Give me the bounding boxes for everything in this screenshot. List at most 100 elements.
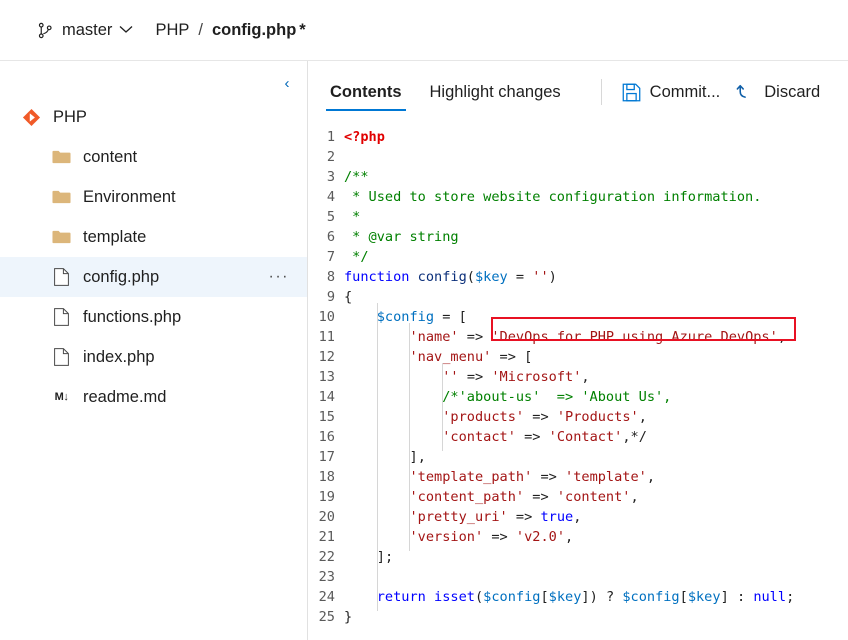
code-line-text: * @var string (344, 229, 459, 245)
commit-button-label: Commit... (649, 82, 721, 101)
breadcrumb-file: config.php (211, 20, 297, 39)
line-number: 17 (318, 449, 335, 465)
tree-item-repo-php[interactable]: PHP (0, 97, 307, 137)
code-line-text: /** (344, 169, 369, 185)
tree-item-environment[interactable]: Environment (0, 177, 307, 217)
tab-highlight-changes[interactable]: Highlight changes (422, 61, 569, 123)
unsaved-changes-marker: * (299, 20, 306, 39)
line-number: 23 (318, 569, 335, 585)
code-line: 22 ]; (308, 543, 848, 571)
editor-pane: Contents Highlight changes Commit... Dis… (308, 61, 848, 640)
branch-selector[interactable]: master (36, 21, 133, 40)
undo-arrow-icon (736, 83, 755, 102)
branch-icon (36, 21, 55, 40)
code-line: 13 '' => 'Microsoft', (308, 363, 848, 391)
code-line: 17 ], (308, 443, 848, 471)
line-number: 25 (318, 609, 335, 625)
code-line-text: 'content_path' => 'content', (344, 483, 639, 511)
tree-item-functions-php[interactable]: functions.php (0, 297, 307, 337)
code-line: 18 'template_path' => 'template', (308, 463, 848, 491)
line-number: 9 (326, 289, 335, 305)
file-icon (52, 268, 71, 287)
tree-item-label: functions.php (83, 307, 182, 326)
discard-button[interactable]: Discard (728, 77, 828, 108)
tab-contents[interactable]: Contents (322, 61, 410, 123)
code-line: 7 */ (308, 247, 848, 267)
toolbar-divider (600, 79, 602, 105)
code-line-text: function config($key = '') (344, 269, 557, 285)
code-line: 20 'pretty_uri' => true, (308, 503, 848, 531)
line-number: 24 (318, 589, 335, 605)
line-number: 21 (318, 529, 335, 545)
line-number: 20 (318, 509, 335, 525)
folder-icon (52, 148, 71, 167)
chevron-down-icon[interactable] (119, 21, 133, 39)
folder-icon (52, 188, 71, 207)
line-number: 18 (318, 469, 335, 485)
code-line: 24 return isset($config[$key]) ? $config… (308, 583, 848, 611)
line-number: 6 (326, 229, 335, 245)
code-line-text: <?php (344, 129, 385, 145)
tree-item-label: PHP (53, 107, 87, 126)
editor-toolbar: Contents Highlight changes Commit... Dis… (308, 61, 848, 123)
code-line-text: /*'about-us' => 'About Us', (344, 383, 671, 411)
code-line-text: 'nav_menu' => [ (344, 343, 532, 371)
markdown-icon: M↓ (54, 391, 69, 403)
collapse-sidebar-icon[interactable]: ‹ (275, 71, 299, 95)
code-line: 6 * @var string (308, 227, 848, 247)
breadcrumb-separator: / (198, 20, 203, 39)
code-line: 9{ (308, 287, 848, 307)
folder-icon (52, 228, 71, 247)
file-tree: PHP content Environment template config.… (0, 61, 307, 417)
breadcrumb: PHP / config.php * (155, 21, 305, 40)
line-number: 15 (318, 409, 335, 425)
code-line: 21 'version' => 'v2.0', (308, 523, 848, 551)
code-line: 11 'name' => 'DevOps for PHP using Azure… (308, 323, 848, 351)
file-icon (52, 348, 71, 367)
code-editor[interactable]: 1 <?php 2 3/** 4 * Used to store website con… (308, 123, 848, 640)
tree-item-more-icon[interactable]: ··· (269, 269, 289, 285)
code-line-text: 'pretty_uri' => true, (344, 503, 581, 531)
breadcrumb-bar: master PHP / config.php * (0, 0, 848, 61)
indent-guide (376, 583, 378, 611)
file-tree-sidebar: ‹ PHP content Environment template confi… (0, 61, 308, 640)
line-number: 13 (318, 369, 335, 385)
tree-item-label: readme.md (83, 387, 167, 406)
code-line: 2 (308, 147, 848, 167)
tree-item-index-php[interactable]: index.php (0, 337, 307, 377)
code-line-text: $config = [ (344, 303, 467, 331)
code-line: 12 'nav_menu' => [ (308, 343, 848, 371)
code-line: 23 (308, 563, 848, 591)
tree-item-readme-md[interactable]: M↓ readme.md (0, 377, 307, 417)
code-line: 25} (308, 607, 848, 627)
code-line: 16 'contact' => 'Contact',*/ (308, 423, 848, 451)
code-line: 1 <?php (308, 127, 848, 147)
line-number: 4 (326, 189, 335, 205)
tree-item-content[interactable]: content (0, 137, 307, 177)
breadcrumb-repo[interactable]: PHP (155, 21, 189, 40)
tree-item-label: template (83, 227, 147, 246)
tree-item-label: index.php (83, 347, 155, 366)
code-line-text: } (344, 609, 353, 625)
azure-repos-icon (22, 108, 41, 127)
discard-button-label: Discard (764, 82, 821, 101)
commit-button[interactable]: Commit... (614, 77, 729, 108)
code-line: 5 * (308, 207, 848, 227)
line-number: 19 (318, 489, 335, 505)
line-number: 1 (326, 129, 335, 145)
code-line-text: { (344, 289, 353, 305)
line-number: 10 (318, 309, 335, 325)
line-number: 11 (318, 329, 335, 345)
line-number: 12 (318, 349, 335, 365)
tree-item-config-php[interactable]: config.php ··· (0, 257, 307, 297)
code-line-text: ]; (344, 543, 393, 571)
line-number: 14 (318, 389, 335, 405)
code-line-text: '' => 'Microsoft', (344, 363, 590, 391)
line-number: 3 (326, 169, 335, 185)
save-floppy-icon (622, 83, 641, 102)
line-number: 2 (326, 149, 335, 165)
code-line: 10 $config = [ (308, 303, 848, 331)
tree-item-template[interactable]: template (0, 217, 307, 257)
code-line: 15 'products' => 'Products', (308, 403, 848, 431)
code-line: 14 /*'about-us' => 'About Us', (308, 383, 848, 411)
